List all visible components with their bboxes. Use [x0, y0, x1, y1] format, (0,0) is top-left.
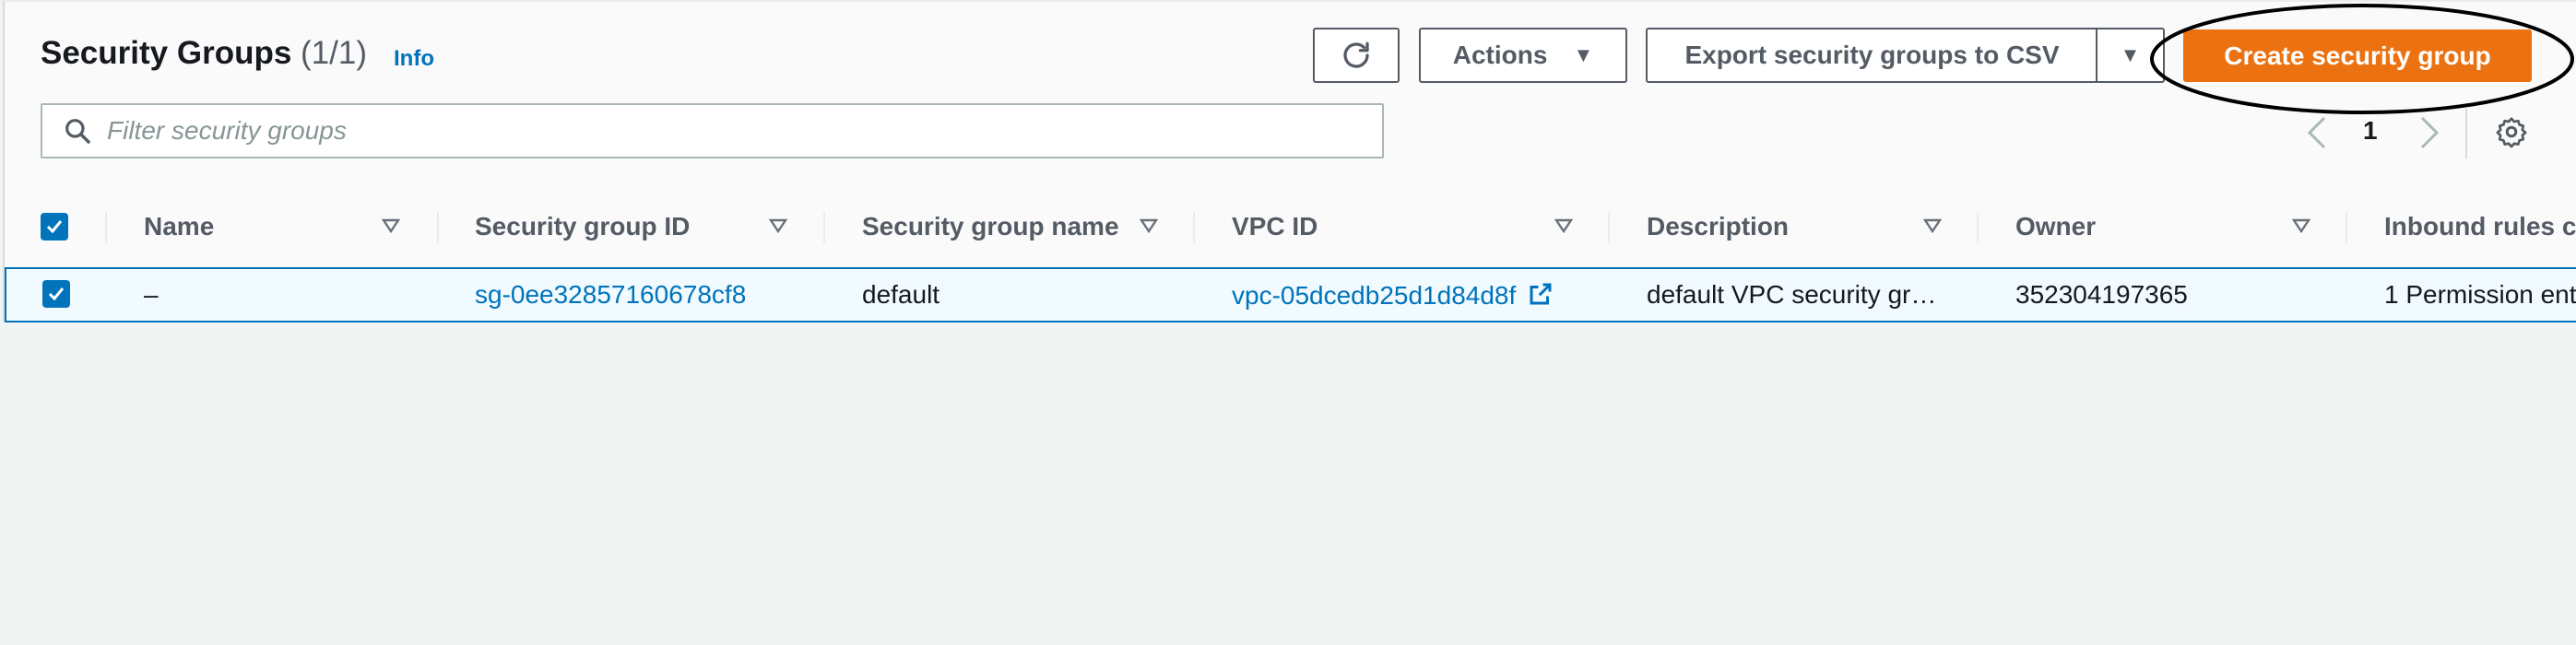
export-options-button[interactable]: ▼	[2096, 28, 2165, 83]
column-header-security-group-id[interactable]: Security group ID	[475, 201, 690, 252]
column-divider	[1608, 212, 1610, 243]
column-header-label: VPC ID	[1232, 212, 1318, 240]
page-number[interactable]: 1	[2363, 116, 2378, 146]
refresh-button[interactable]	[1313, 28, 1400, 83]
column-header-label: Inbound rules c	[2384, 212, 2576, 240]
column-header-security-group-name[interactable]: Security group name	[862, 201, 1119, 252]
column-divider	[1193, 212, 1195, 243]
check-icon	[48, 287, 65, 301]
caret-down-icon: ▼	[1573, 43, 1594, 66]
column-header-owner[interactable]: Owner	[2015, 201, 2096, 252]
pager-divider	[2465, 109, 2467, 158]
cell-security-group-id[interactable]: sg-0ee32857160678cf8	[475, 280, 746, 310]
search-input[interactable]	[105, 115, 1363, 147]
column-divider	[2346, 212, 2347, 243]
check-icon	[46, 220, 63, 234]
sort-icon[interactable]	[382, 217, 400, 234]
actions-label: Actions	[1452, 41, 1548, 69]
column-header-label: Security group name	[862, 212, 1119, 240]
selection-count: (1/1)	[301, 35, 367, 71]
page-title: Security Groups (1/1)	[41, 35, 367, 72]
next-page-icon[interactable]	[2418, 115, 2440, 150]
row-checkbox[interactable]	[42, 280, 70, 308]
cell-name: –	[144, 280, 159, 309]
column-header-label: Security group ID	[475, 212, 691, 240]
column-divider	[1977, 212, 1979, 243]
page-title-text: Security Groups	[41, 35, 292, 71]
caret-down-icon: ▼	[2120, 43, 2141, 66]
column-header-label: Name	[144, 212, 215, 240]
sort-icon[interactable]	[1554, 217, 1573, 234]
table-header: Name Security group ID Security group na…	[0, 201, 2576, 252]
export-label: Export security groups to CSV	[1684, 41, 2060, 69]
cell-owner: 352304197365	[2015, 280, 2188, 309]
sort-icon[interactable]	[2292, 217, 2310, 234]
sort-icon[interactable]	[1923, 217, 1942, 234]
column-divider	[437, 212, 439, 243]
column-header-vpc-id[interactable]: VPC ID	[1232, 201, 1318, 252]
vpc-id-link[interactable]: vpc-05dcedb25d1d84d8f	[1232, 281, 1516, 310]
cell-security-group-name: default	[862, 280, 940, 309]
table-row[interactable]: – sg-0ee32857160678cf8 default vpc-05dce…	[5, 267, 2576, 322]
sort-icon[interactable]	[769, 217, 787, 234]
column-header-label: Owner	[2015, 212, 2097, 240]
column-header-description[interactable]: Description	[1647, 201, 1789, 252]
create-security-group-button[interactable]: Create security group	[2183, 29, 2532, 82]
column-divider	[823, 212, 825, 243]
cell-description: default VPC security gr…	[1647, 280, 1937, 309]
actions-button[interactable]: Actions ▼	[1419, 28, 1627, 83]
select-all-checkbox[interactable]	[41, 213, 68, 240]
sort-icon[interactable]	[1140, 217, 1158, 234]
column-header-label: Description	[1647, 212, 1790, 240]
cell-inbound-rules: 1 Permission ent	[2384, 280, 2576, 309]
column-header-name[interactable]: Name	[144, 201, 214, 252]
refresh-icon	[1343, 41, 1369, 68]
export-csv-button[interactable]: Export security groups to CSV	[1646, 28, 2098, 83]
previous-page-icon[interactable]	[2306, 115, 2328, 150]
cell-vpc-id[interactable]: vpc-05dcedb25d1d84d8f	[1232, 280, 1554, 311]
column-header-inbound-rules[interactable]: Inbound rules c	[2384, 201, 2576, 252]
search-icon	[65, 119, 90, 144]
search-box[interactable]	[41, 103, 1384, 158]
external-link-icon	[1530, 283, 1552, 305]
column-divider	[105, 212, 107, 243]
info-link[interactable]: Info	[394, 46, 434, 72]
gear-icon[interactable]	[2495, 115, 2528, 148]
create-label: Create security group	[2224, 41, 2491, 70]
